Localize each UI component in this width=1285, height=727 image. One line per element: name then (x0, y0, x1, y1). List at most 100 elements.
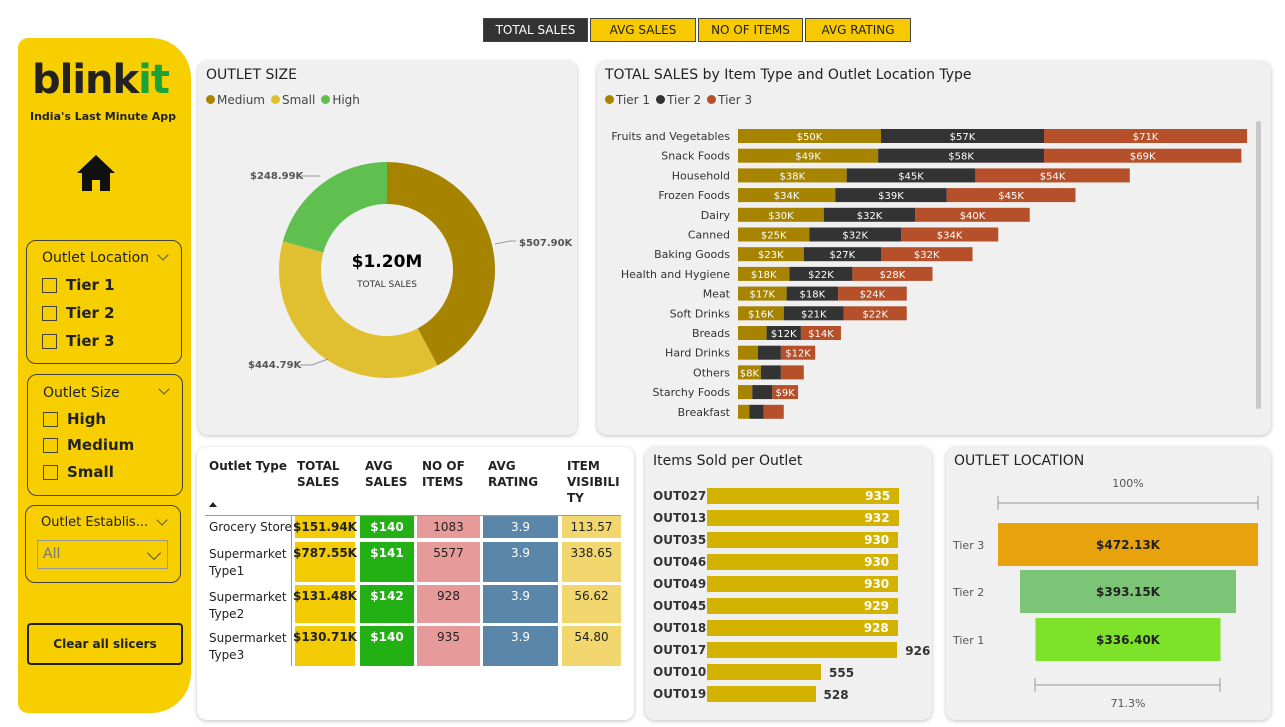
establishment-dropdown[interactable]: All (37, 540, 168, 569)
label-medium: $507.90K (519, 238, 574, 249)
data-label: $58K (948, 152, 974, 163)
chevron-down-icon[interactable] (146, 545, 162, 561)
data-label: $23K (758, 250, 784, 261)
option-medium[interactable]: Medium (43, 436, 134, 454)
checkbox[interactable] (42, 277, 57, 293)
option-tier-2[interactable]: Tier 2 (42, 304, 115, 322)
data-label: $54K (1040, 171, 1066, 182)
tab-avg-sales[interactable]: AVG SALES (590, 18, 696, 42)
checkbox[interactable] (43, 464, 58, 480)
outlet-bar[interactable] (707, 642, 898, 658)
data-label: $16K (748, 309, 774, 320)
cell-total-sales: $151.94K (293, 516, 357, 538)
header-total-sales[interactable]: TOTAL SALES (297, 458, 340, 490)
outlet-label: OUT010 (653, 665, 707, 679)
table-row-label: Supermarket Type1 (209, 547, 287, 578)
outlet-value: 930 (864, 533, 890, 547)
cell-no-of-items: 5577 (417, 542, 480, 582)
tagline: India's Last Minute App (30, 110, 176, 123)
bar-segment[interactable] (738, 345, 759, 360)
header-item-visibility[interactable]: ITEM VISIBILI TY (567, 458, 620, 506)
category-label: Hard Drinks (665, 347, 730, 360)
tab-no-of-items[interactable]: NO OF ITEMS (698, 18, 803, 42)
cell-no-of-items: 935 (417, 626, 480, 666)
checkbox[interactable] (43, 411, 58, 427)
stacked-bars: Fruits and Vegetables $50K $57K $71K Snack F… (611, 129, 1248, 419)
data-label: $18K (751, 270, 777, 281)
checkbox[interactable] (42, 333, 57, 349)
data-label: $30K (768, 211, 794, 222)
tab-total-sales[interactable]: TOTAL SALES (483, 18, 588, 42)
card-title: Items Sold per Outlet (653, 453, 803, 469)
outlet-value: 935 (865, 489, 891, 503)
category-label: Canned (688, 229, 730, 242)
data-label: $45K (998, 191, 1024, 202)
cell-item-visibility: 54.80 (562, 626, 621, 666)
data-label: $22K (862, 309, 888, 320)
home-icon[interactable] (76, 153, 116, 197)
funnel-category: Tier 3 (952, 539, 984, 552)
category-label: Dairy (701, 209, 731, 222)
center-value: $1.20M (352, 252, 423, 272)
sort-ascending-icon[interactable] (209, 502, 217, 507)
data-label: $34K (937, 231, 963, 242)
option-small[interactable]: Small (43, 463, 114, 481)
header-outlet-type[interactable]: Outlet Type (209, 458, 287, 474)
chevron-down-icon[interactable] (156, 514, 168, 526)
bar-segment[interactable] (738, 326, 767, 340)
data-label: $9K (776, 388, 796, 399)
checkbox[interactable] (42, 305, 57, 321)
category-label: Snack Foods (661, 150, 730, 163)
outlet-value: 928 (863, 621, 889, 635)
funnel-bars: $472.13K Tier 3 $393.15K Tier 2 $336.40K Tier… (952, 523, 1258, 661)
funnel-value: $336.40K (1096, 633, 1161, 647)
bar-segment[interactable] (758, 345, 781, 360)
header-avg-rating[interactable]: AVG RATING (488, 458, 538, 490)
cell-avg-sales: $141 (360, 542, 414, 582)
cell-avg-sales: $140 (360, 626, 414, 666)
funnel-value: $393.15K (1096, 585, 1161, 599)
bar-segment[interactable] (738, 385, 753, 400)
outlet-bar[interactable] (707, 664, 822, 680)
header-avg-sales[interactable]: AVG SALES (365, 458, 407, 490)
outlet-label: OUT018 (653, 621, 707, 635)
outlet-value: 930 (864, 577, 890, 591)
data-label: $34K (774, 191, 800, 202)
bar-segment[interactable] (763, 404, 784, 419)
tab-avg-rating[interactable]: AVG RATING (805, 18, 911, 42)
category-label: Others (693, 366, 730, 379)
bar-segment[interactable] (760, 365, 781, 380)
bar-segment[interactable] (780, 365, 804, 380)
option-tier-1[interactable]: Tier 1 (42, 276, 115, 294)
cell-avg-rating: 3.9 (483, 542, 558, 582)
checkbox[interactable] (43, 437, 58, 453)
outlet-bar[interactable] (707, 686, 816, 702)
label-high: $248.99K (250, 171, 305, 182)
outlet-value: 528 (823, 688, 849, 702)
chevron-down-icon[interactable] (157, 249, 169, 261)
outlet-value: 930 (864, 555, 890, 569)
cell-avg-rating: 3.9 (483, 626, 558, 666)
chevron-down-icon[interactable] (158, 383, 170, 395)
option-high[interactable]: High (43, 410, 106, 428)
bar-segment[interactable] (752, 385, 773, 400)
data-label: $8K (740, 368, 760, 379)
data-label: $21K (801, 309, 827, 320)
option-tier-3[interactable]: Tier 3 (42, 332, 115, 350)
bar-segment[interactable] (738, 404, 750, 419)
label-small: $444.79K (248, 360, 303, 371)
cell-total-sales: $787.55K (293, 542, 357, 582)
outlet-label: OUT027 (653, 489, 707, 503)
bottom-percent: 71.3% (1111, 697, 1146, 710)
data-label: $40K (960, 211, 986, 222)
clear-all-slicers-button[interactable]: Clear all slicers (27, 623, 183, 665)
slicer-title: Outlet Location (42, 250, 150, 266)
cell-item-visibility: 113.57 (562, 516, 621, 538)
header-no-of-items[interactable]: NO OF ITEMS (422, 458, 465, 490)
outlet-label: OUT049 (653, 577, 707, 591)
data-label: $38K (780, 171, 806, 182)
label-line (300, 358, 329, 366)
outlet-value: 555 (829, 666, 855, 680)
bar-segment[interactable] (749, 404, 764, 419)
data-label: $32K (842, 231, 868, 242)
